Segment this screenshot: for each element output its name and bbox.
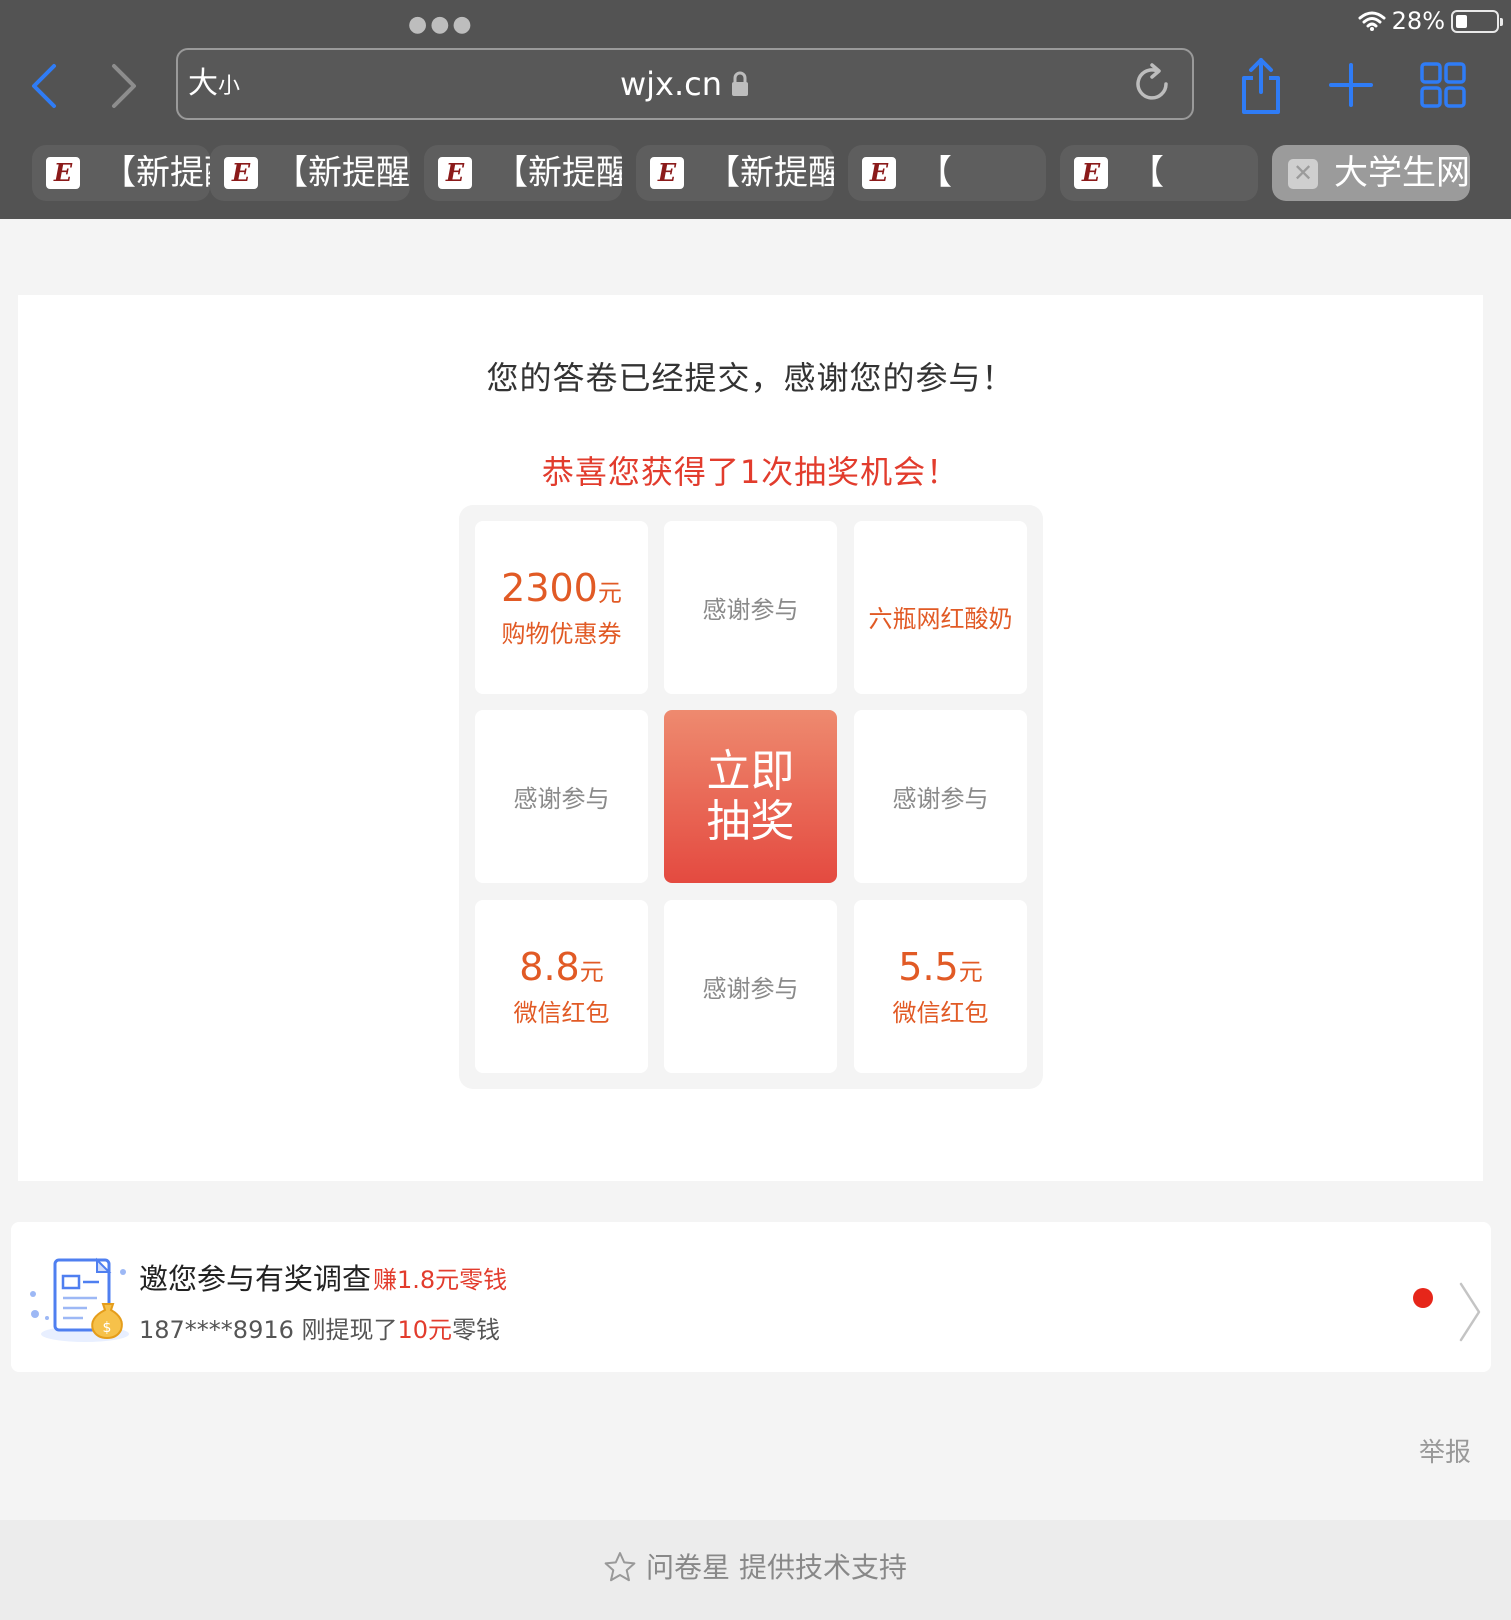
prize-description: 购物优惠券: [501, 620, 622, 648]
wifi-icon: [1358, 11, 1386, 31]
survey-reward-text: 赚1.8元零钱: [373, 1266, 508, 1294]
browser-tab-5[interactable]: E 【: [848, 145, 1046, 201]
lottery-grid: 2300元 购物优惠券 感谢参与 六瓶网红酸奶 感谢参与 立即 抽奖 感谢参与 …: [459, 505, 1043, 1089]
prize-text: 六瓶网红酸奶: [868, 605, 1013, 633]
star-icon: [604, 1552, 636, 1582]
tab-title: 【: [918, 153, 952, 193]
status-bar: 28%: [1358, 6, 1503, 36]
browser-tab-4[interactable]: E 【新提醒: [636, 145, 834, 201]
prize-cell-wechat-8-8: 8.8元 微信红包: [475, 900, 648, 1073]
tab-title: 【新提醒: [706, 153, 834, 193]
tab-title: 【新提醒: [494, 153, 622, 193]
multitasking-dots-icon[interactable]: ●●●: [408, 14, 475, 36]
battery-icon: [1451, 9, 1503, 33]
prize-cell-thanks: 感谢参与: [664, 900, 837, 1073]
draw-lottery-button[interactable]: 立即 抽奖: [664, 710, 837, 883]
draw-button-line1: 立即: [706, 745, 795, 797]
url-display[interactable]: wjx.cn: [178, 66, 1192, 102]
prize-unit: 元: [597, 579, 622, 607]
share-button[interactable]: [1236, 56, 1286, 116]
site-favicon-icon: E: [650, 157, 684, 189]
address-bar[interactable]: 大小 wjx.cn: [176, 48, 1194, 120]
prize-amount-value: 2300: [501, 566, 598, 610]
site-favicon-icon: E: [224, 157, 258, 189]
chevron-right-icon[interactable]: [1457, 1280, 1483, 1344]
site-favicon-icon: E: [438, 157, 472, 189]
result-card: 您的答卷已经提交，感谢您的参与！ 恭喜您获得了1次抽奖机会！ 2300元 购物优…: [18, 295, 1483, 1181]
prize-amount: 2300元: [501, 565, 622, 616]
tab-title: 【新提醒: [274, 153, 410, 193]
back-button[interactable]: [20, 60, 72, 112]
new-tab-button[interactable]: [1328, 62, 1374, 108]
withdraw-user: 187****8916 刚提现了: [139, 1316, 398, 1344]
survey-invite-card[interactable]: $ 邀您参与有奖调查 赚1.8元零钱 187****8916 刚提现了10元零钱: [11, 1222, 1491, 1372]
reload-button[interactable]: [1130, 62, 1174, 106]
lottery-congrats-text: 恭喜您获得了1次抽奖机会！: [541, 453, 960, 491]
site-favicon-icon: E: [862, 157, 896, 189]
tab-title: 大学生网: [1334, 153, 1470, 193]
prize-cell-wechat-5-5: 5.5元 微信红包: [854, 900, 1027, 1073]
prize-text: 感谢参与: [513, 785, 610, 813]
browser-tab-1[interactable]: E 【新提醒: [32, 145, 210, 201]
prize-amount: 5.5元: [898, 944, 982, 995]
prize-cell-coupon: 2300元 购物优惠券: [475, 521, 648, 694]
prize-description: 微信红包: [892, 999, 989, 1027]
prize-description: 微信红包: [513, 999, 610, 1027]
tab-overview-button[interactable]: [1420, 62, 1466, 108]
prize-unit: 元: [958, 958, 983, 986]
prize-amount-value: 5.5: [898, 945, 959, 989]
notification-dot: [1413, 1288, 1433, 1308]
report-link[interactable]: 举报: [1419, 1432, 1471, 1469]
survey-withdraw-status: 187****8916 刚提现了10元零钱: [139, 1310, 500, 1345]
withdraw-amount: 10元: [397, 1316, 453, 1344]
battery-percentage: 28%: [1391, 7, 1445, 35]
browser-tab-3[interactable]: E 【新提醒: [424, 145, 622, 201]
url-text: wjx.cn: [619, 65, 723, 103]
survey-money-icon: $: [30, 1257, 129, 1342]
withdraw-suffix: 零钱: [452, 1316, 501, 1344]
browser-tab-6[interactable]: E 【: [1060, 145, 1258, 201]
lock-icon: [732, 71, 749, 96]
close-tab-icon[interactable]: ✕: [1288, 159, 1318, 189]
forward-button[interactable]: [96, 60, 148, 112]
draw-button-line2: 抽奖: [706, 795, 795, 847]
prize-amount-value: 8.8: [519, 945, 580, 989]
browser-tab-active[interactable]: ✕ 大学生网: [1272, 145, 1470, 201]
prize-text: 感谢参与: [702, 596, 799, 624]
prize-cell-thanks: 感谢参与: [664, 521, 837, 694]
browser-tab-2[interactable]: E 【新提醒: [210, 145, 410, 201]
prize-amount: 8.8元: [519, 944, 603, 995]
tab-title: 【: [1130, 153, 1164, 193]
site-favicon-icon: E: [46, 157, 80, 189]
browser-chrome: ●●● 28% 大小 wjx.cn E 【新提 E 【新提醒 E 【新提醒 E …: [0, 0, 1511, 219]
battery-level: [1456, 14, 1467, 28]
tab-bar: E 【新提醒 E 【新提醒 E 【新提醒 E 【新提醒 E 【 E 【 ✕ 大学…: [0, 145, 1511, 203]
footer: 问卷星 提供技术支持: [0, 1520, 1511, 1620]
footer-text: 问卷星 提供技术支持: [646, 1551, 907, 1584]
prize-text: 感谢参与: [702, 975, 799, 1003]
prize-unit: 元: [579, 958, 604, 986]
survey-invite-title: 邀您参与有奖调查: [139, 1262, 372, 1296]
tab-title: 【新提醒: [102, 153, 210, 193]
submission-thanks-text: 您的答卷已经提交，感谢您的参与！: [486, 359, 1015, 397]
prize-text: 感谢参与: [892, 785, 989, 813]
footer-credit[interactable]: 问卷星 提供技术支持: [0, 1550, 1511, 1586]
prize-cell-thanks: 感谢参与: [475, 710, 648, 883]
svg-text:$: $: [103, 1320, 112, 1336]
site-favicon-icon: E: [1074, 157, 1108, 189]
prize-cell-yogurt: 六瓶网红酸奶: [854, 521, 1027, 694]
prize-cell-thanks: 感谢参与: [854, 710, 1027, 883]
